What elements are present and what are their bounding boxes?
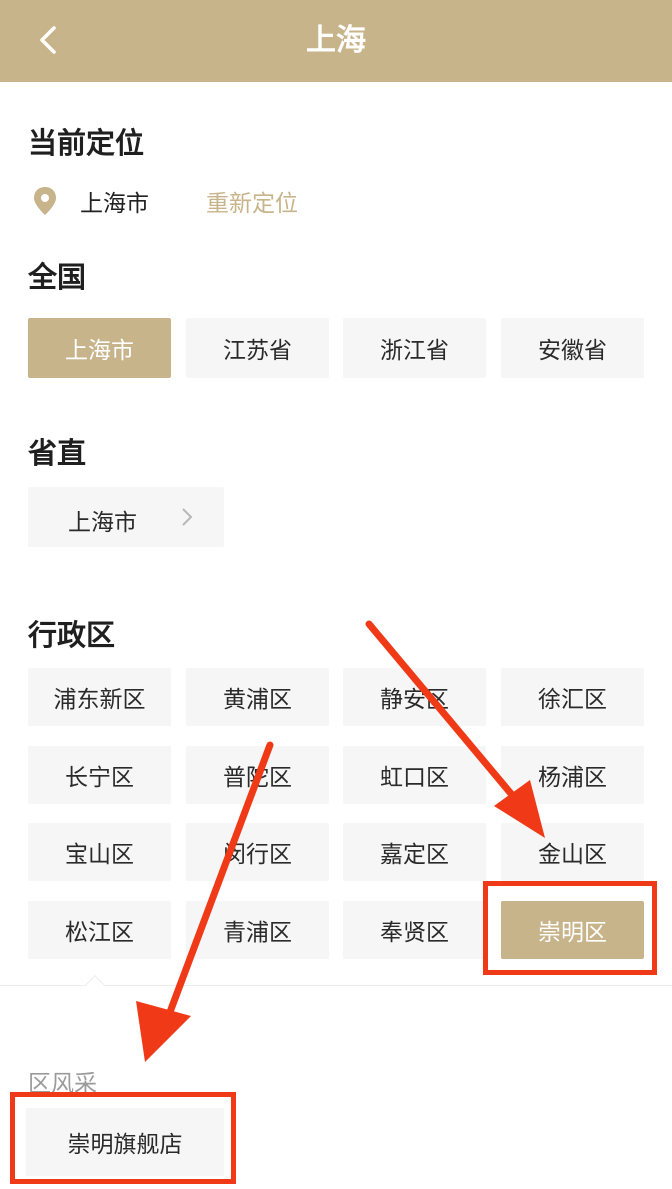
store-chip-chongming-flagship[interactable]: 崇明旗舰店 (26, 1108, 224, 1176)
district-chip-pudong[interactable]: 浦东新区 (28, 668, 171, 726)
district-showcase-heading: 区风采 (28, 1071, 97, 1097)
province-chip-zhejiang[interactable]: 浙江省 (343, 318, 486, 378)
chevron-right-icon (182, 508, 193, 526)
province-chip-jiangsu[interactable]: 江苏省 (186, 318, 329, 378)
district-chip-baoshan[interactable]: 宝山区 (28, 823, 171, 881)
province-chip-anhui[interactable]: 安徽省 (501, 318, 644, 378)
nation-heading: 全国 (28, 260, 87, 294)
district-chip-minhang[interactable]: 闵行区 (186, 823, 329, 881)
top-bar: 上海 (0, 0, 672, 82)
district-chip-xuhui[interactable]: 徐汇区 (501, 668, 644, 726)
chevron-left-icon (40, 26, 56, 54)
district-chip-songjiang[interactable]: 松江区 (28, 901, 171, 959)
relocate-button[interactable]: 重新定位 (206, 184, 298, 218)
district-chip-jingan[interactable]: 静安区 (343, 668, 486, 726)
province-direct-heading: 省直 (28, 436, 87, 470)
annotation-arrows (136, 620, 545, 1062)
province-direct-label: 上海市 (68, 510, 137, 536)
district-chip-jinshan[interactable]: 金山区 (501, 823, 644, 881)
district-chip-huangpu[interactable]: 黄浦区 (186, 668, 329, 726)
district-chip-putuo[interactable]: 普陀区 (186, 746, 329, 804)
province-direct-item[interactable]: 上海市 (28, 487, 224, 547)
page-title: 上海 (306, 23, 366, 58)
current-city: 上海市 (80, 191, 149, 217)
divider-pointer (85, 975, 105, 995)
district-chip-changning[interactable]: 长宁区 (28, 746, 171, 804)
back-button[interactable] (26, 16, 74, 64)
district-chip-hongkou[interactable]: 虹口区 (343, 746, 486, 804)
district-chip-fengxian[interactable]: 奉贤区 (343, 901, 486, 959)
district-chip-yangpu[interactable]: 杨浦区 (501, 746, 644, 804)
annotation-arrowhead-to-store (136, 1001, 191, 1062)
districts-heading: 行政区 (28, 618, 116, 652)
current-location-heading: 当前定位 (28, 126, 145, 160)
location-pin-icon (34, 187, 56, 215)
district-chip-jiading[interactable]: 嘉定区 (343, 823, 486, 881)
district-chip-qingpu[interactable]: 青浦区 (186, 901, 329, 959)
district-chip-chongming[interactable]: 崇明区 (501, 901, 644, 959)
province-chip-shanghai[interactable]: 上海市 (28, 318, 171, 378)
